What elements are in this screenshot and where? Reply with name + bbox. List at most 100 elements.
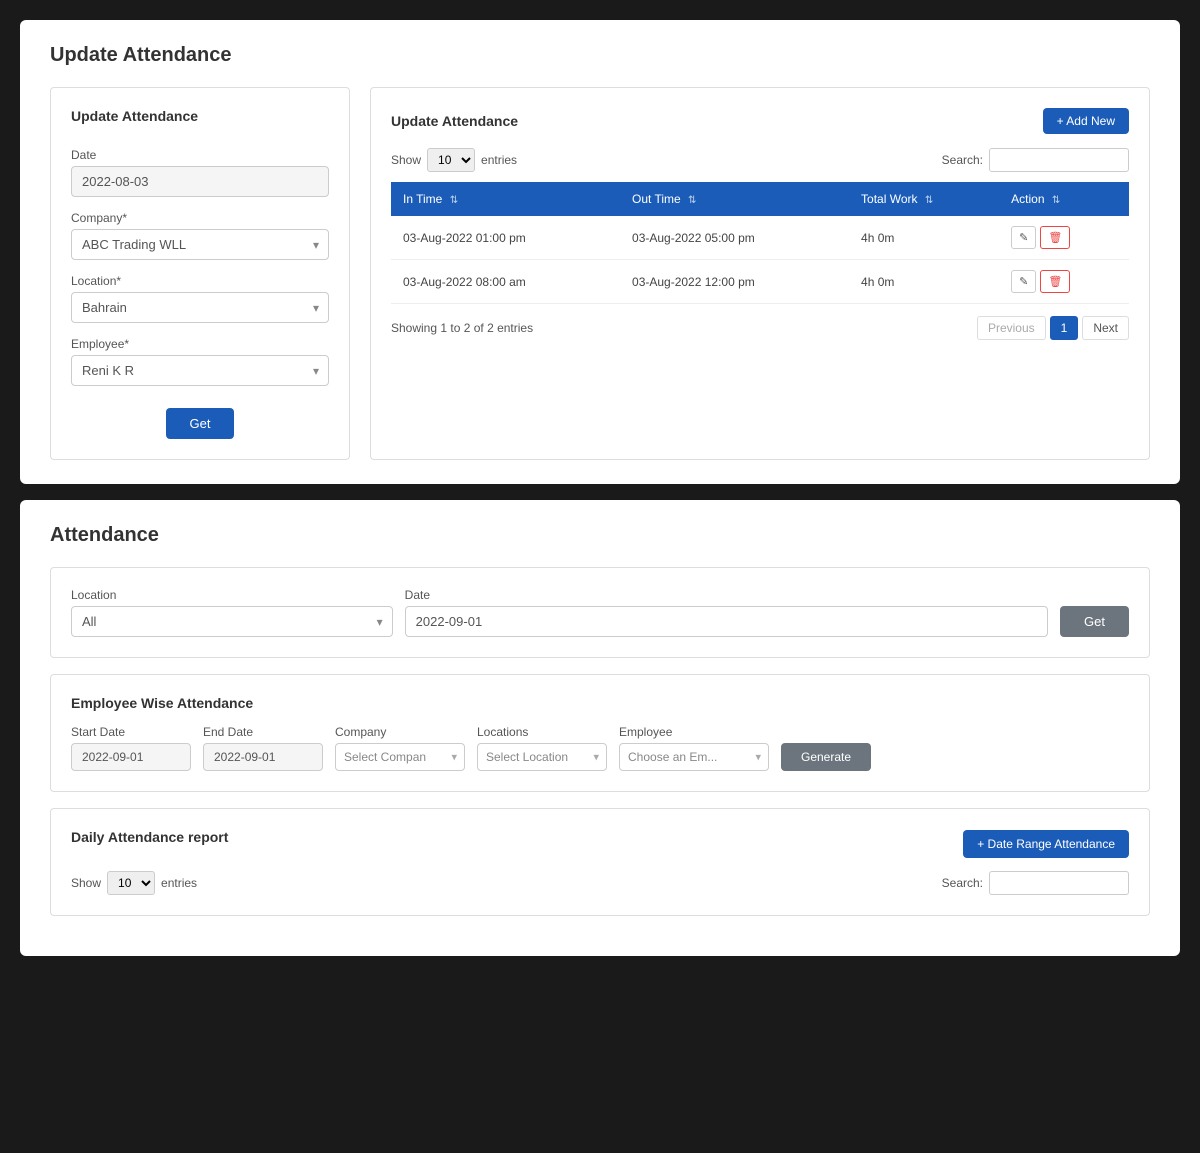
edit-button[interactable]: ✎ — [1011, 226, 1036, 249]
table-row: 03-Aug-2022 08:00 am 03-Aug-2022 12:00 p… — [391, 260, 1129, 304]
location-select-wrapper-2: All — [71, 606, 393, 637]
start-date-input[interactable] — [71, 743, 191, 771]
left-form: Update Attendance Date Company* ABC Trad… — [50, 87, 350, 460]
cell-in-time: 03-Aug-2022 01:00 pm — [391, 216, 620, 260]
pagination: Previous 1 Next — [977, 316, 1129, 340]
cell-out-time: 03-Aug-2022 05:00 pm — [620, 216, 849, 260]
left-form-title: Update Attendance — [71, 108, 329, 132]
company-select-wrapper: ABC Trading WLL — [71, 229, 329, 260]
daily-show-entries: Show 10 entries — [71, 871, 197, 895]
end-date-group: End Date — [203, 725, 323, 771]
add-new-button[interactable]: + Add New — [1043, 108, 1129, 134]
action-buttons: ✎ 🗑 — [1011, 270, 1117, 293]
generate-button[interactable]: Generate — [781, 743, 871, 771]
col-action: Action ⇅ — [999, 182, 1129, 216]
locations-filter-label: Locations — [477, 725, 607, 739]
daily-report-title: Daily Attendance report — [71, 829, 228, 845]
daily-report-section: Daily Attendance report + Date Range Att… — [50, 808, 1150, 916]
company-group: Company* ABC Trading WLL — [71, 211, 329, 260]
showing-text: Showing 1 to 2 of 2 entries — [391, 321, 533, 335]
cell-out-time: 03-Aug-2022 12:00 pm — [620, 260, 849, 304]
company-select[interactable]: ABC Trading WLL — [71, 229, 329, 260]
inline-form: Location All Date Get — [71, 588, 1129, 637]
search-group: Search: — [942, 148, 1129, 172]
delete-button[interactable]: 🗑 — [1040, 270, 1070, 293]
employee-filter-label: Employee — [619, 725, 769, 739]
employee-group: Employee* Reni K R — [71, 337, 329, 386]
employee-wise-section: Employee Wise Attendance Start Date End … — [50, 674, 1150, 792]
start-date-group: Start Date — [71, 725, 191, 771]
get-button-2[interactable]: Get — [1060, 606, 1129, 637]
right-section-title: Update Attendance — [391, 113, 518, 129]
cell-total-work: 4h 0m — [849, 260, 999, 304]
sort-icon-out-time[interactable]: ⇅ — [688, 195, 696, 206]
locations-filter-select[interactable]: Select Location — [477, 743, 607, 771]
employee-select[interactable]: Reni K R — [71, 355, 329, 386]
table-controls: Show 10 entries Search: — [391, 148, 1129, 172]
daily-search-input[interactable] — [989, 871, 1129, 895]
end-date-input[interactable] — [203, 743, 323, 771]
location-select-2[interactable]: All — [71, 606, 393, 637]
daily-show-select[interactable]: 10 — [107, 871, 155, 895]
col-out-time: Out Time ⇅ — [620, 182, 849, 216]
cell-action: ✎ 🗑 — [999, 216, 1129, 260]
locations-filter-group: Locations Select Location — [477, 725, 607, 771]
col-in-time: In Time ⇅ — [391, 182, 620, 216]
company-filter-select-wrapper: Select Compan — [335, 743, 465, 771]
previous-button[interactable]: Previous — [977, 316, 1046, 340]
update-attendance-title: Update Attendance — [50, 44, 1150, 67]
date-input-2[interactable] — [405, 606, 1048, 637]
page-1-button[interactable]: 1 — [1050, 316, 1079, 340]
employee-filter-select-wrapper: Choose an Em... — [619, 743, 769, 771]
daily-show-label: Show — [71, 876, 101, 890]
search-label: Search: — [942, 153, 983, 167]
end-date-label: End Date — [203, 725, 323, 739]
location-label-2: Location — [71, 588, 393, 602]
sort-icon-total-work[interactable]: ⇅ — [925, 195, 933, 206]
company-filter-group: Company Select Compan — [335, 725, 465, 771]
employee-filter-select[interactable]: Choose an Em... — [619, 743, 769, 771]
cell-action: ✎ 🗑 — [999, 260, 1129, 304]
action-buttons: ✎ 🗑 — [1011, 226, 1117, 249]
employee-label: Employee* — [71, 337, 329, 351]
start-date-label: Start Date — [71, 725, 191, 739]
sort-icon-in-time[interactable]: ⇅ — [450, 195, 458, 206]
entries-label: entries — [481, 153, 517, 167]
right-header: Update Attendance + Add New — [391, 108, 1129, 134]
sort-icon-action[interactable]: ⇅ — [1052, 195, 1060, 206]
show-label: Show — [391, 153, 421, 167]
location-group: Location* Bahrain — [71, 274, 329, 323]
location-date-section: Location All Date Get — [50, 567, 1150, 658]
col-total-work: Total Work ⇅ — [849, 182, 999, 216]
employee-wise-title: Employee Wise Attendance — [71, 695, 1129, 711]
daily-search-group: Search: — [942, 871, 1129, 895]
location-select[interactable]: Bahrain — [71, 292, 329, 323]
attendance-table: In Time ⇅ Out Time ⇅ Total Work ⇅ Acti — [391, 182, 1129, 304]
company-filter-select[interactable]: Select Compan — [335, 743, 465, 771]
table-row: 03-Aug-2022 01:00 pm 03-Aug-2022 05:00 p… — [391, 216, 1129, 260]
daily-report-header: Daily Attendance report + Date Range Att… — [71, 829, 1129, 859]
get-button[interactable]: Get — [166, 408, 235, 439]
location-group-2: Location All — [71, 588, 393, 637]
date-input[interactable] — [71, 166, 329, 197]
date-label: Date — [71, 148, 329, 162]
company-label: Company* — [71, 211, 329, 225]
search-input[interactable] — [989, 148, 1129, 172]
date-range-button[interactable]: + Date Range Attendance — [963, 830, 1129, 858]
update-attendance-panel: Update Attendance Update Attendance Date… — [20, 20, 1180, 484]
edit-button[interactable]: ✎ — [1011, 270, 1036, 293]
date-group-2: Date — [405, 588, 1048, 637]
bottom-table-controls: Show 10 entries Search: — [71, 871, 1129, 895]
next-button[interactable]: Next — [1082, 316, 1129, 340]
cell-in-time: 03-Aug-2022 08:00 am — [391, 260, 620, 304]
daily-search-label: Search: — [942, 876, 983, 890]
panel-body: Update Attendance Date Company* ABC Trad… — [50, 87, 1150, 460]
show-entries: Show 10 entries — [391, 148, 517, 172]
locations-filter-select-wrapper: Select Location — [477, 743, 607, 771]
cell-total-work: 4h 0m — [849, 216, 999, 260]
filter-row: Start Date End Date Company Select Compa… — [71, 725, 1129, 771]
show-select[interactable]: 10 — [427, 148, 475, 172]
table-footer: Showing 1 to 2 of 2 entries Previous 1 N… — [391, 316, 1129, 340]
employee-filter-group: Employee Choose an Em... — [619, 725, 769, 771]
delete-button[interactable]: 🗑 — [1040, 226, 1070, 249]
